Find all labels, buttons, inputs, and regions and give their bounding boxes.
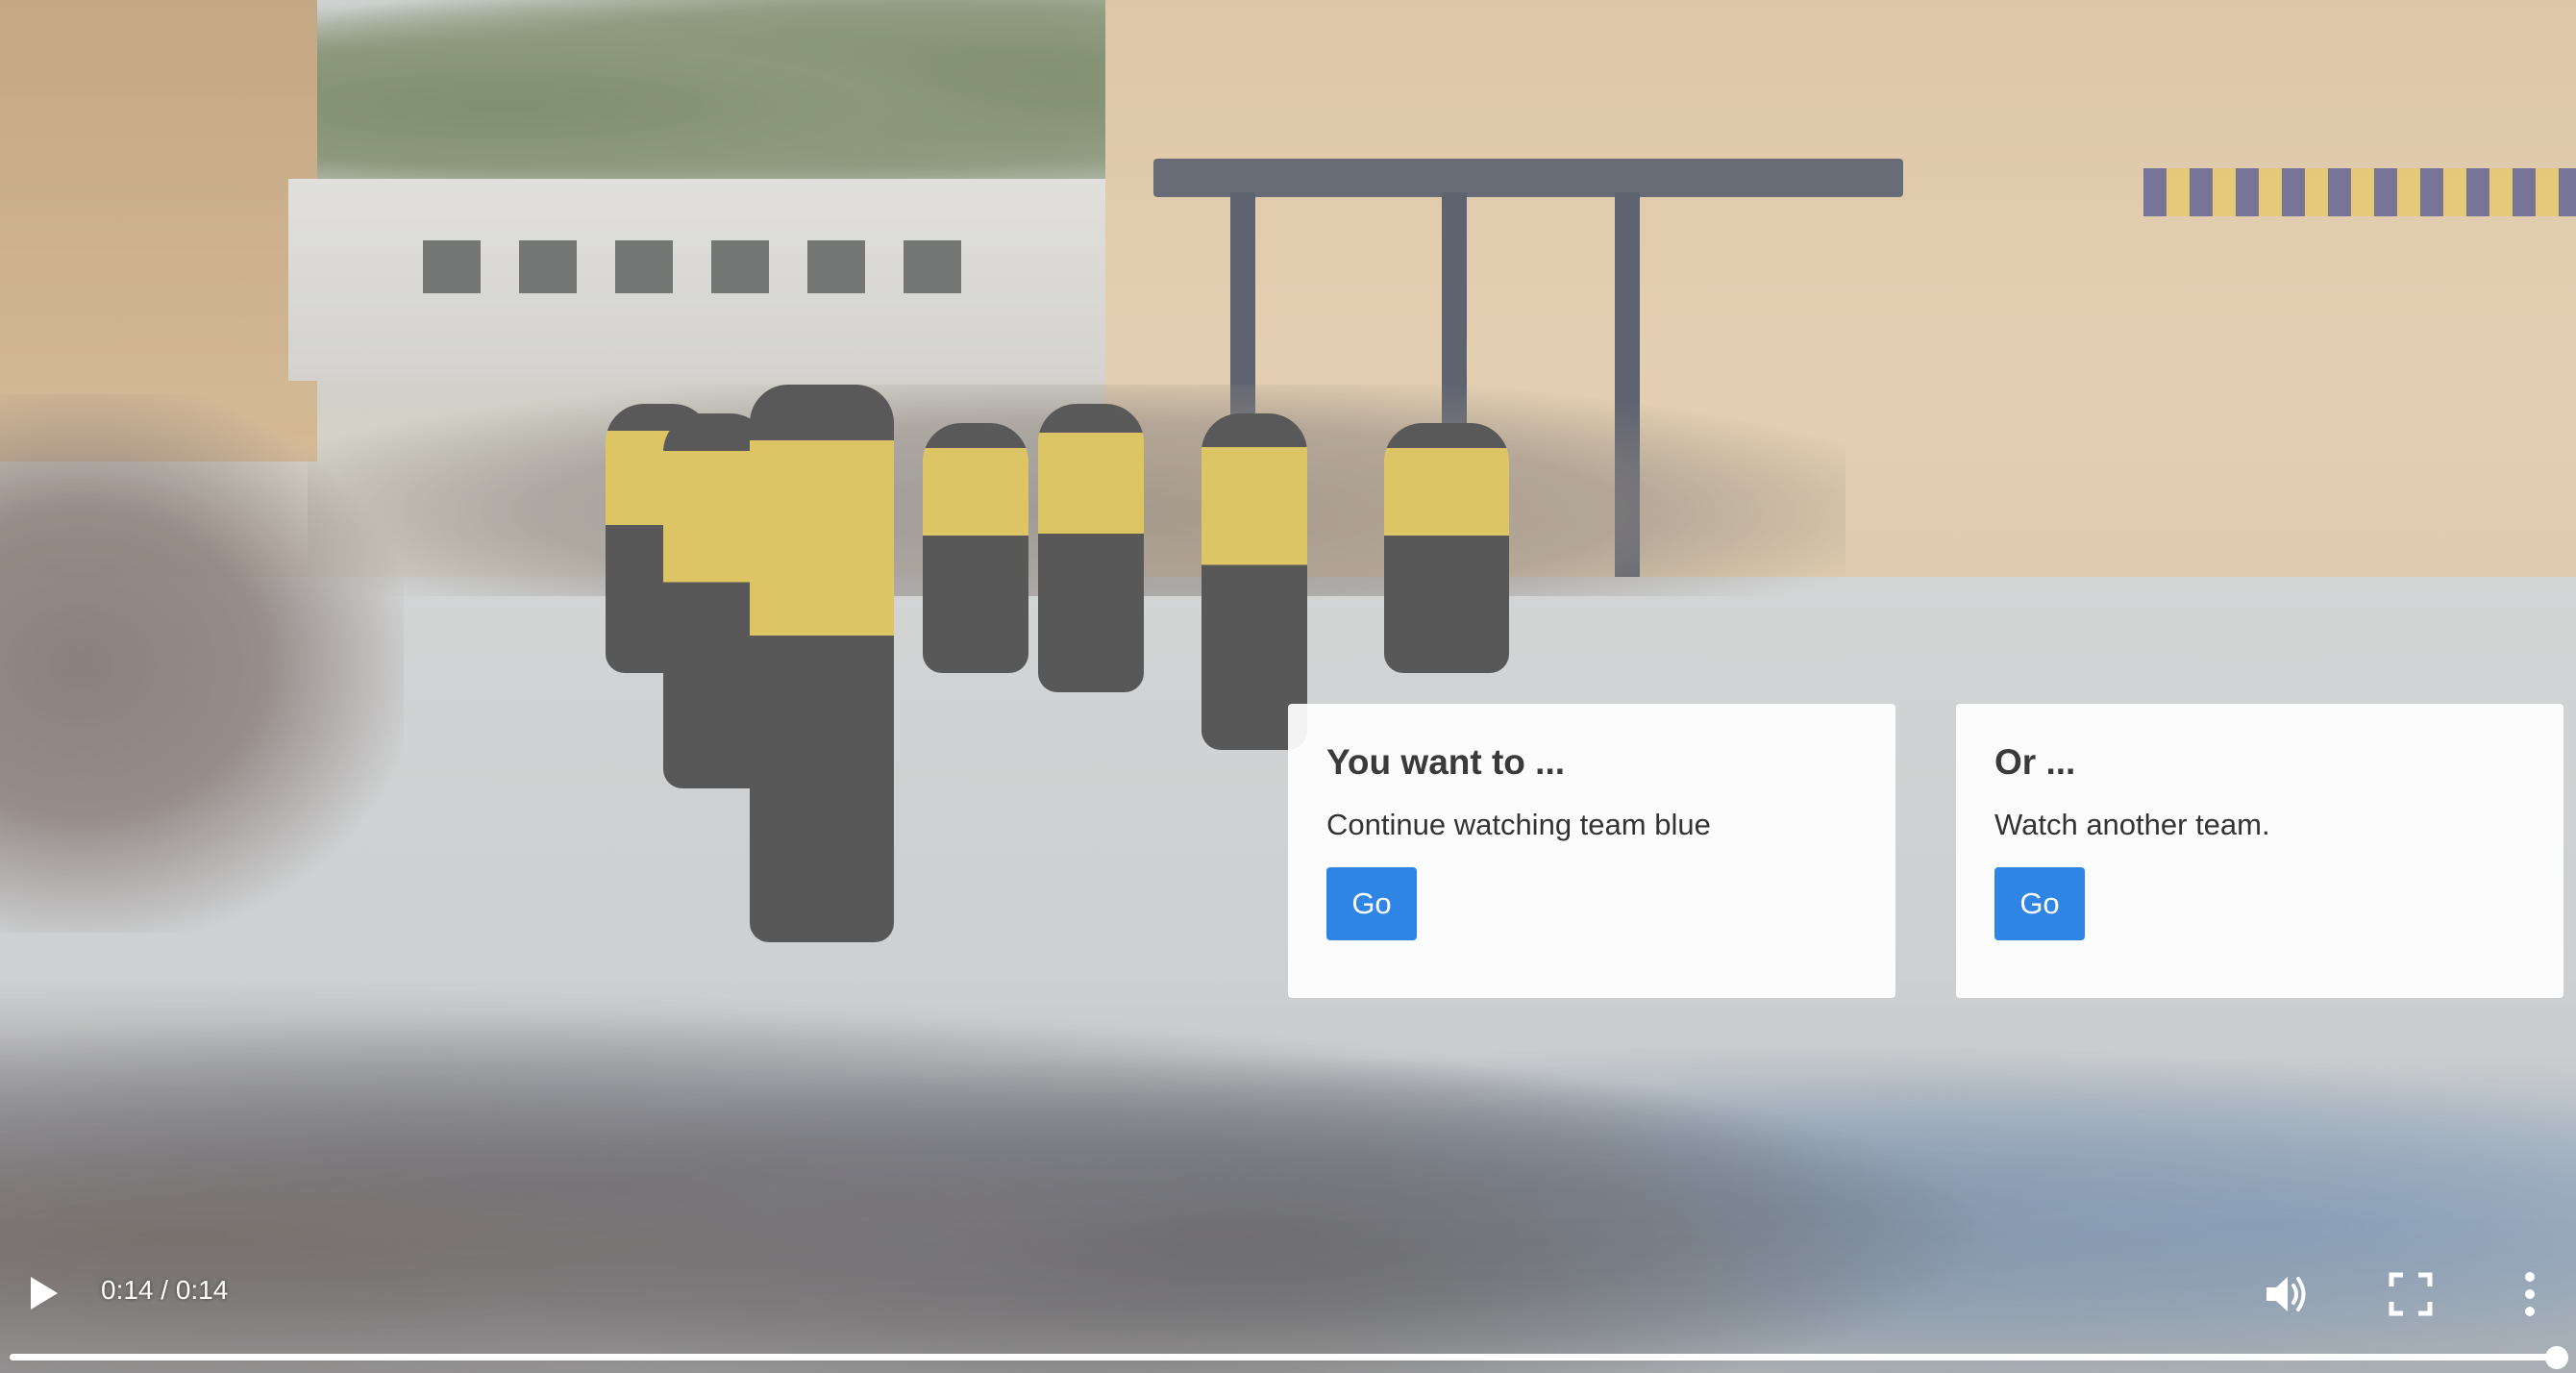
play-icon — [31, 1277, 58, 1310]
choice-title: You want to ... — [1326, 742, 1566, 782]
volume-button[interactable] — [2259, 1267, 2313, 1321]
more-options-button[interactable] — [2511, 1265, 2549, 1323]
video-frame[interactable] — [0, 0, 2576, 1373]
seek-bar-progress — [10, 1354, 2557, 1361]
fullscreen-icon — [2389, 1272, 2433, 1316]
more-options-icon — [2525, 1272, 2535, 1316]
choice-card-another-team: Or ... Watch another team. Go — [1956, 704, 2564, 998]
go-button-another-team[interactable]: Go — [1994, 867, 2085, 940]
seek-bar-thumb[interactable] — [2545, 1346, 2568, 1369]
volume-icon — [2266, 1277, 2306, 1311]
choice-card-continue: You want to ... Continue watching team b… — [1288, 704, 1895, 998]
choice-text: Continue watching team blue — [1326, 808, 1711, 841]
go-button-continue[interactable]: Go — [1326, 867, 1417, 940]
choice-title: Or ... — [1994, 742, 2076, 782]
controls-bar — [0, 1211, 2576, 1373]
play-button[interactable] — [19, 1269, 67, 1317]
scene-overlay-wash — [0, 0, 2576, 1373]
choice-text: Watch another team. — [1994, 808, 2270, 841]
time-display: 0:14 / 0:14 — [101, 1275, 229, 1305]
seek-bar[interactable] — [10, 1346, 2568, 1369]
fullscreen-button[interactable] — [2384, 1267, 2438, 1321]
